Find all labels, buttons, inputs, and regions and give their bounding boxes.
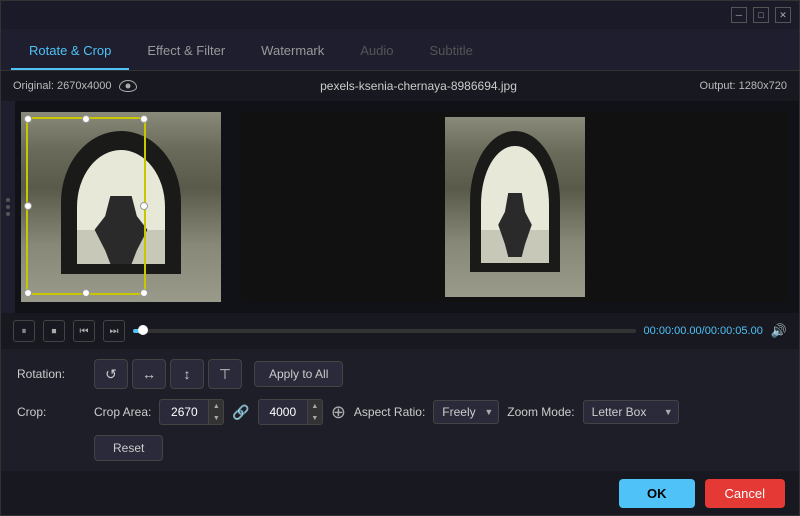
width-down-button[interactable]: ▼: [209, 412, 223, 424]
tab-subtitle: Subtitle: [412, 32, 491, 70]
cancel-button[interactable]: Cancel: [705, 479, 785, 508]
prev-button[interactable]: ⏮: [73, 320, 95, 342]
preview-area: [1, 101, 799, 313]
handle-dot: [6, 198, 10, 202]
arch-image: [21, 112, 221, 302]
reset-button[interactable]: Reset: [94, 435, 163, 461]
aspect-ratio-label: Aspect Ratio:: [354, 405, 425, 419]
rotate-right-button[interactable]: ⊤: [208, 359, 242, 389]
preview-image-output: [445, 117, 585, 297]
rotate-left-button[interactable]: ↺: [94, 359, 128, 389]
filename-display: pexels-ksenia-chernaya-8986694.jpg: [320, 79, 517, 93]
preview-left: [21, 112, 221, 302]
crop-controls: Crop Area: ▲ ▼ 🔗 ▲ ▼ ⊕ As: [94, 399, 679, 425]
playback-bar: ⏸ ⏹ ⏮ ⏭ 00:00:00.00/00:00:05.00 🔊: [1, 313, 799, 349]
zoom-mode-label: Zoom Mode:: [507, 405, 574, 419]
controls-area: Rotation: ↺ ↔ ↕ ⊤ Apply to All Crop: Cro…: [1, 349, 799, 471]
handle-dot: [6, 212, 10, 216]
width-up-button[interactable]: ▲: [209, 400, 223, 412]
arch-inner-r: [481, 146, 548, 263]
main-window: ─ □ ✕ Rotate & Crop Effect & Filter Wate…: [0, 0, 800, 516]
preview-right: [241, 112, 789, 302]
crop-center-icon[interactable]: ⊕: [331, 402, 346, 423]
arch-inner: [77, 150, 165, 264]
reset-row: Reset: [17, 435, 783, 461]
volume-icon[interactable]: 🔊: [771, 323, 787, 339]
height-spinners: ▲ ▼: [307, 400, 322, 424]
window-controls: ─ □ ✕: [731, 7, 791, 23]
file-info-bar: Original: 2670x4000 pexels-ksenia-cherna…: [1, 71, 799, 101]
aspect-lock-icon[interactable]: 🔗: [232, 404, 249, 421]
original-dimensions: Original: 2670x4000: [13, 80, 111, 92]
stop-button[interactable]: ⏹: [43, 320, 65, 342]
width-spinners: ▲ ▼: [208, 400, 223, 424]
progress-thumb: [138, 325, 148, 335]
tab-rotate-crop[interactable]: Rotate & Crop: [11, 32, 129, 70]
visibility-icon[interactable]: [119, 80, 137, 92]
close-button[interactable]: ✕: [775, 7, 791, 23]
preview-images: [1, 101, 799, 313]
height-up-button[interactable]: ▲: [308, 400, 322, 412]
tab-audio: Audio: [342, 32, 411, 70]
flip-vertical-button[interactable]: ↕: [170, 359, 204, 389]
tab-effect-filter[interactable]: Effect & Filter: [129, 32, 243, 70]
crop-row: Crop: Crop Area: ▲ ▼ 🔗 ▲ ▼: [17, 399, 783, 425]
aspect-ratio-select-wrap: Freely 16:9 4:3 1:1 9:16 ▼: [433, 400, 499, 424]
flip-horizontal-button[interactable]: ↔: [132, 359, 166, 389]
original-info: Original: 2670x4000: [13, 80, 137, 92]
maximize-button[interactable]: □: [753, 7, 769, 23]
zoom-mode-select-wrap: Letter Box Pan & Scan Full ▼: [583, 400, 679, 424]
handle-dot: [6, 205, 10, 209]
aspect-ratio-select[interactable]: Freely 16:9 4:3 1:1 9:16: [433, 400, 499, 424]
rotation-buttons: ↺ ↔ ↕ ⊤: [94, 359, 242, 389]
crop-height-input-wrap: ▲ ▼: [258, 399, 323, 425]
apply-all-button[interactable]: Apply to All: [254, 361, 343, 387]
rotation-row: Rotation: ↺ ↔ ↕ ⊤ Apply to All: [17, 359, 783, 389]
zoom-mode-select[interactable]: Letter Box Pan & Scan Full: [583, 400, 679, 424]
minimize-button[interactable]: ─: [731, 7, 747, 23]
crop-width-input[interactable]: [160, 401, 208, 423]
crop-label: Crop:: [17, 405, 82, 419]
ok-button[interactable]: OK: [619, 479, 695, 508]
next-button[interactable]: ⏭: [103, 320, 125, 342]
crop-width-input-wrap: ▲ ▼: [159, 399, 224, 425]
tab-bar: Rotate & Crop Effect & Filter Watermark …: [1, 29, 799, 71]
tab-watermark[interactable]: Watermark: [243, 32, 342, 70]
sidebar-handle[interactable]: [1, 101, 15, 313]
time-display: 00:00:00.00/00:00:05.00: [644, 325, 763, 337]
footer-bar: OK Cancel: [1, 471, 799, 515]
output-info: Output: 1280x720: [700, 80, 787, 92]
progress-bar[interactable]: [133, 329, 636, 333]
title-bar: ─ □ ✕: [1, 1, 799, 29]
rotation-label: Rotation:: [17, 367, 82, 381]
arch-image-right: [445, 117, 585, 297]
height-down-button[interactable]: ▼: [308, 412, 322, 424]
crop-height-input[interactable]: [259, 401, 307, 423]
crop-area-label: Crop Area:: [94, 405, 151, 419]
play-pause-button[interactable]: ⏸: [13, 320, 35, 342]
preview-image-original: [21, 112, 221, 302]
